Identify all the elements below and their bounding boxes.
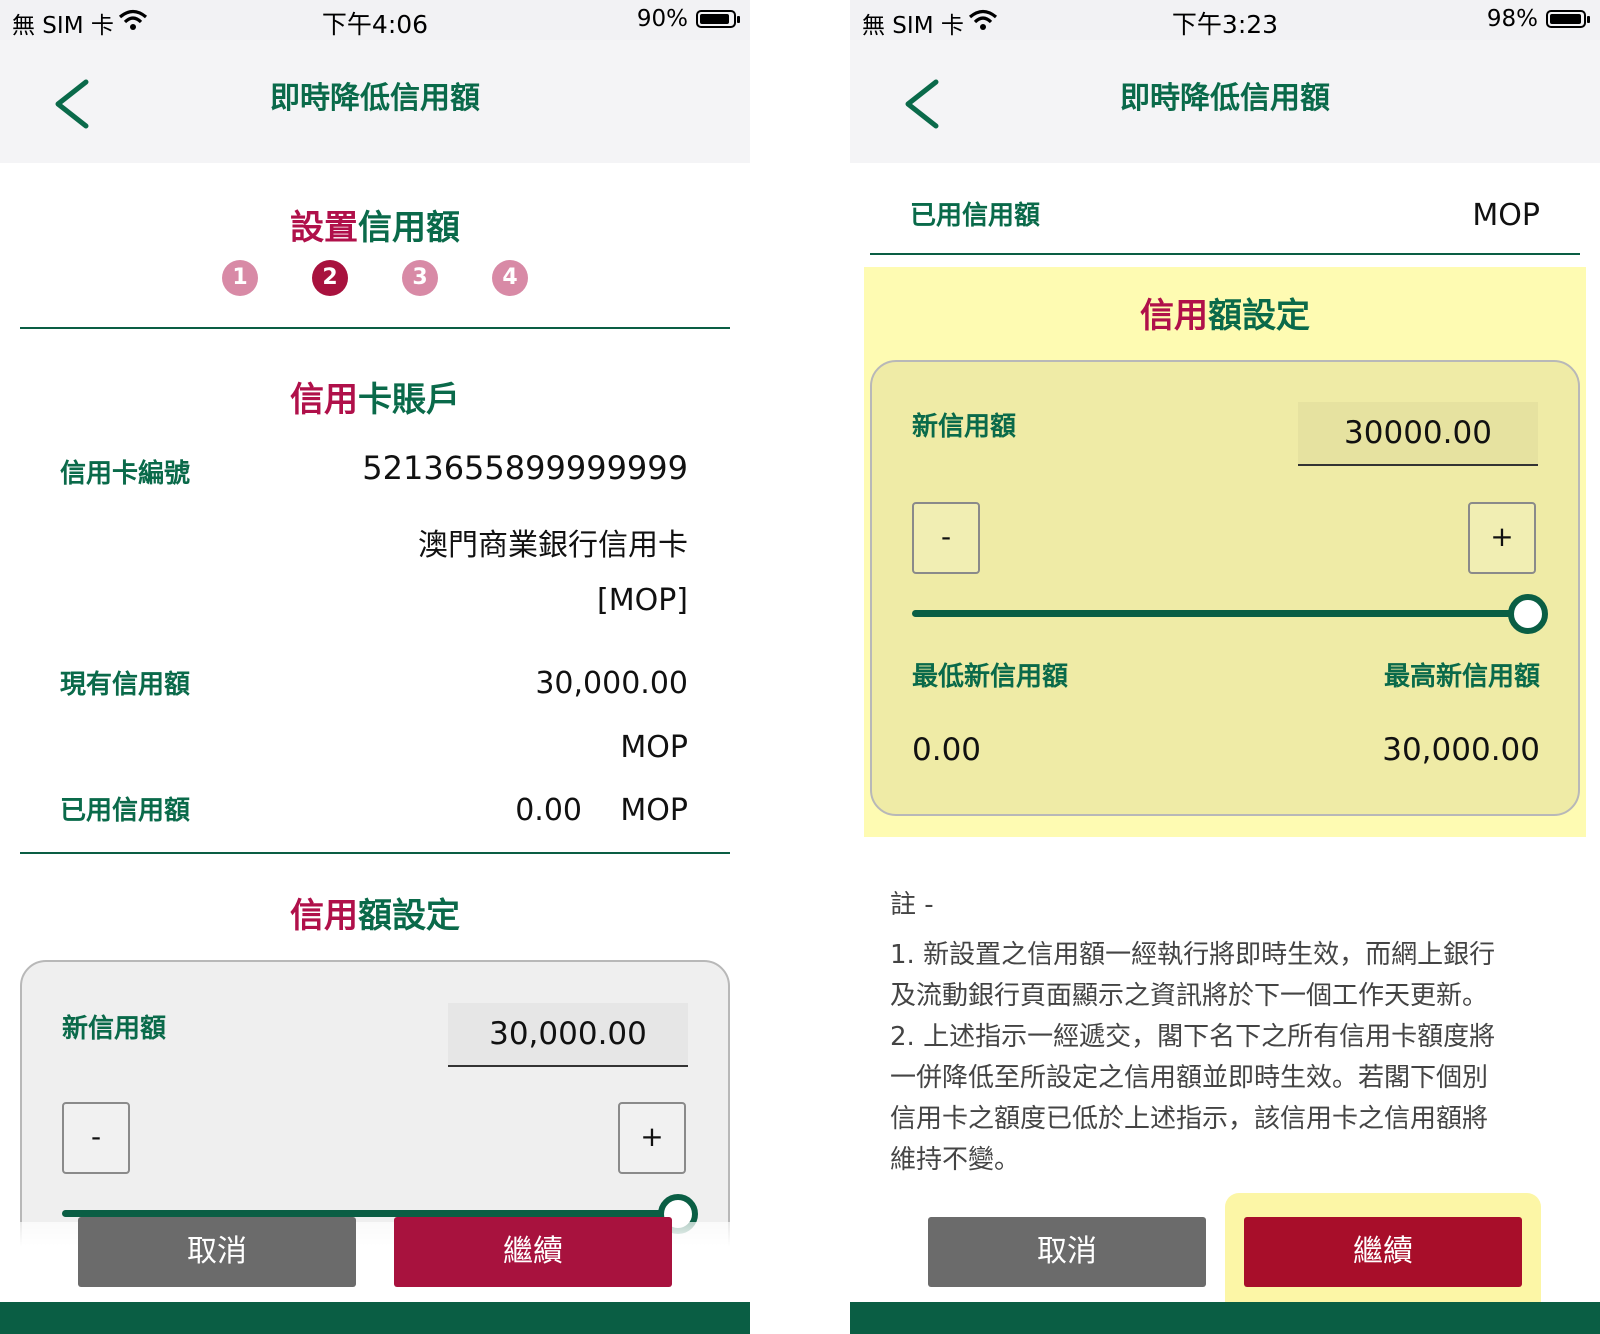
decrease-button[interactable]: - [62, 1102, 130, 1174]
battery-icon [1546, 10, 1590, 28]
cancel-button[interactable]: 取消 [78, 1217, 356, 1287]
max-limit-label: 最高新信用額 [1383, 662, 1540, 692]
battery-icon [696, 10, 740, 28]
battery-percent: 98% [1486, 6, 1538, 32]
divider [20, 327, 730, 329]
card-number-label: 信用卡編號 [60, 459, 191, 489]
card-name: 澳門商業銀行信用卡 [418, 528, 688, 563]
used-limit-label: 已用信用額 [910, 201, 1041, 231]
increase-button[interactable]: + [1468, 502, 1536, 574]
current-limit-label: 現有信用額 [60, 670, 191, 700]
cancel-button[interactable]: 取消 [928, 1217, 1206, 1287]
min-limit-value: 0.00 [912, 732, 982, 768]
note-title: 註 - [890, 890, 934, 920]
used-limit-currency: MOP [1472, 198, 1540, 233]
divider [20, 852, 730, 854]
note-line: 1. 新設置之信用額一經執行將即時生效，而網上銀行 [890, 940, 1496, 970]
footer-bar [850, 1302, 1600, 1334]
left-screen: 無 SIM 卡 下午4:06 90% 即時降低信用額 設置信用額 1 2 3 4… [0, 0, 750, 1334]
max-limit-value: 30,000.00 [1382, 732, 1540, 768]
page-title: 即時降低信用額 [270, 81, 480, 116]
note-line: 2. 上述指示一經遞交，閣下名下之所有信用卡額度將 [890, 1022, 1496, 1052]
note-line: 及流動銀行頁面顯示之資訊將於下一個工作天更新。 [890, 981, 1489, 1011]
page-title: 即時降低信用額 [1120, 81, 1330, 116]
step-indicator-2: 2 [312, 260, 348, 296]
card-number: 5213655899999999 [362, 449, 688, 487]
note-line: 一併降低至所設定之信用額並即時生效。若閣下個別 [890, 1063, 1489, 1093]
step-indicator-3: 3 [402, 260, 438, 296]
step-indicator-1: 1 [222, 260, 258, 296]
new-limit-input[interactable]: 30000.00 [1298, 402, 1538, 466]
battery-percent: 90% [636, 6, 688, 32]
limit-slider-thumb[interactable] [1508, 594, 1548, 634]
card-currency: [MOP] [597, 583, 688, 618]
footer-bar [0, 1302, 750, 1334]
limit-slider-track[interactable] [912, 610, 1528, 617]
increase-button[interactable]: + [618, 1102, 686, 1174]
step-indicator-4: 4 [492, 260, 528, 296]
used-limit-currency: MOP [620, 793, 688, 828]
current-limit-value: 30,000.00 [535, 666, 688, 701]
section-title-account: 信用卡賬戶 [290, 380, 460, 420]
section-title-setup: 設置信用額 [290, 208, 460, 248]
used-limit-value: 0.00 [515, 793, 582, 828]
nav-bar: 即時降低信用額 [0, 40, 750, 163]
divider [870, 253, 1580, 255]
section-title-limit-setting: 信用額設定 [1140, 296, 1310, 336]
current-limit-currency: MOP [620, 730, 688, 765]
note-line: 維持不變。 [890, 1145, 1021, 1175]
status-bar: 無 SIM 卡 下午3:23 98% [850, 0, 1600, 40]
status-bar: 無 SIM 卡 下午4:06 90% [0, 0, 750, 40]
min-limit-label: 最低新信用額 [912, 662, 1069, 692]
limit-slider-track[interactable] [62, 1210, 678, 1217]
new-limit-label: 新信用額 [62, 1014, 167, 1044]
continue-button[interactable]: 繼續 [1244, 1217, 1522, 1287]
right-screen: 無 SIM 卡 下午3:23 98% 即時降低信用額 已用信用額 MOP 信用額… [850, 0, 1600, 1334]
note-line: 信用卡之額度已低於上述指示，該信用卡之信用額將 [890, 1104, 1489, 1134]
used-limit-label: 已用信用額 [60, 796, 191, 826]
continue-button[interactable]: 繼續 [394, 1217, 672, 1287]
section-title-limit-setting: 信用額設定 [290, 896, 460, 936]
new-limit-input[interactable]: 30,000.00 [448, 1003, 688, 1067]
new-limit-label: 新信用額 [912, 412, 1017, 442]
decrease-button[interactable]: - [912, 502, 980, 574]
nav-bar: 即時降低信用額 [850, 40, 1600, 163]
